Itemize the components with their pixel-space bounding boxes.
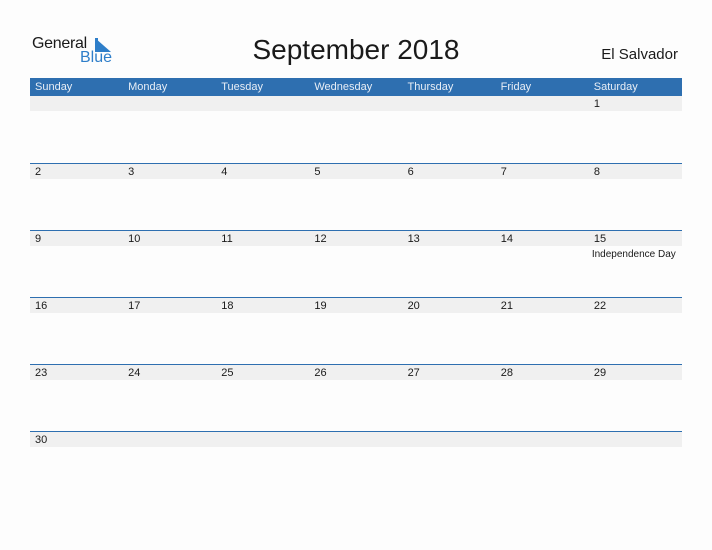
day-cell[interactable]: 8 bbox=[589, 164, 682, 230]
day-cell bbox=[403, 432, 496, 498]
day-number: 5 bbox=[314, 166, 321, 178]
day-number: 1 bbox=[593, 98, 600, 110]
day-cell[interactable]: 5 bbox=[309, 164, 402, 230]
day-cell[interactable]: 15 Independence Day bbox=[589, 231, 682, 297]
day-number: 14 bbox=[500, 233, 513, 245]
day-cell[interactable]: 14 bbox=[496, 231, 589, 297]
day-number: 22 bbox=[593, 300, 607, 312]
day-number: 15 bbox=[593, 233, 607, 245]
day-number: 18 bbox=[221, 300, 234, 312]
day-cell[interactable]: 28 bbox=[496, 365, 589, 431]
day-cell[interactable]: 17 bbox=[123, 298, 216, 364]
holiday-label: Independence Day bbox=[591, 249, 676, 260]
day-number: 26 bbox=[314, 367, 327, 379]
day-number: 13 bbox=[407, 233, 420, 245]
day-cell[interactable]: 23 bbox=[30, 365, 123, 431]
day-cell[interactable]: 25 bbox=[216, 365, 309, 431]
day-cell bbox=[123, 96, 216, 163]
weekday-saturday: Saturday bbox=[593, 81, 638, 93]
week-row: 9 10 11 12 13 14 15 Independence Day bbox=[30, 230, 682, 297]
day-cell[interactable]: 13 bbox=[403, 231, 496, 297]
day-cell bbox=[123, 432, 216, 498]
day-cell[interactable]: 3 bbox=[123, 164, 216, 230]
weekday-friday: Friday bbox=[500, 81, 532, 93]
day-number: 17 bbox=[128, 300, 141, 312]
day-number: 19 bbox=[314, 300, 327, 312]
day-number: 10 bbox=[128, 233, 141, 245]
day-cell bbox=[216, 432, 309, 498]
day-cell bbox=[309, 432, 402, 498]
day-cell[interactable]: 27 bbox=[403, 365, 496, 431]
day-cell[interactable]: 1 bbox=[589, 96, 682, 163]
day-number: 2 bbox=[35, 166, 42, 178]
day-cell[interactable]: 2 bbox=[30, 164, 123, 230]
day-number: 7 bbox=[500, 166, 507, 178]
weekday-wednesday: Wednesday bbox=[314, 81, 373, 93]
weekday-header: Sunday Monday Tuesday Wednesday Thursday Frid… bbox=[30, 78, 682, 96]
day-cell bbox=[309, 96, 402, 163]
calendar-grid: 1 2 3 4 5 6 7 8 9 10 11 12 13 14 15 Independence Day 16 1… bbox=[30, 96, 682, 498]
day-cell bbox=[496, 432, 589, 498]
day-number: 16 bbox=[35, 300, 48, 312]
day-number: 11 bbox=[221, 233, 233, 245]
day-cell[interactable]: 6 bbox=[403, 164, 496, 230]
day-cell[interactable]: 30 bbox=[30, 432, 123, 498]
day-cell[interactable]: 22 bbox=[589, 298, 682, 364]
day-number: 30 bbox=[35, 434, 48, 446]
week-row: 2 3 4 5 6 7 8 bbox=[30, 163, 682, 230]
day-number: 23 bbox=[35, 367, 48, 379]
day-number: 24 bbox=[128, 367, 141, 379]
day-cell[interactable]: 11 bbox=[216, 231, 309, 297]
day-cell bbox=[216, 96, 309, 163]
day-cell[interactable]: 9 bbox=[30, 231, 123, 297]
day-number: 12 bbox=[314, 233, 327, 245]
day-number: 20 bbox=[407, 300, 420, 312]
weekday-thursday: Thursday bbox=[407, 81, 454, 93]
day-number: 21 bbox=[500, 300, 513, 312]
day-number: 6 bbox=[407, 166, 414, 178]
day-cell[interactable]: 16 bbox=[30, 298, 123, 364]
day-number: 3 bbox=[128, 166, 135, 178]
day-cell[interactable]: 10 bbox=[123, 231, 216, 297]
day-cell[interactable]: 7 bbox=[496, 164, 589, 230]
day-cell[interactable]: 21 bbox=[496, 298, 589, 364]
day-cell[interactable]: 20 bbox=[403, 298, 496, 364]
day-cell[interactable]: 24 bbox=[123, 365, 216, 431]
country-label: El Salvador bbox=[601, 46, 678, 63]
day-number: 28 bbox=[500, 367, 513, 379]
weekday-tuesday: Tuesday bbox=[221, 81, 264, 93]
day-cell bbox=[589, 432, 682, 498]
day-number: 27 bbox=[407, 367, 420, 379]
day-cell[interactable]: 26 bbox=[309, 365, 402, 431]
day-cell[interactable]: 19 bbox=[309, 298, 402, 364]
day-cell bbox=[403, 96, 496, 163]
day-cell bbox=[496, 96, 589, 163]
weekday-monday: Monday bbox=[128, 81, 168, 93]
day-cell[interactable]: 29 bbox=[589, 365, 682, 431]
day-number: 8 bbox=[593, 166, 600, 178]
day-number: 29 bbox=[593, 367, 607, 379]
week-row: 30 bbox=[30, 431, 682, 498]
day-number: 25 bbox=[221, 367, 234, 379]
day-cell bbox=[30, 96, 123, 163]
day-cell[interactable]: 12 bbox=[309, 231, 402, 297]
week-row: 16 17 18 19 20 21 22 bbox=[30, 297, 682, 364]
day-number: 9 bbox=[35, 233, 42, 245]
week-row: 1 bbox=[30, 96, 682, 163]
day-number: 4 bbox=[221, 166, 228, 178]
day-cell[interactable]: 4 bbox=[216, 164, 309, 230]
day-cell[interactable]: 18 bbox=[216, 298, 309, 364]
week-row: 23 24 25 26 27 28 29 bbox=[30, 364, 682, 431]
weekday-sunday: Sunday bbox=[35, 81, 73, 93]
